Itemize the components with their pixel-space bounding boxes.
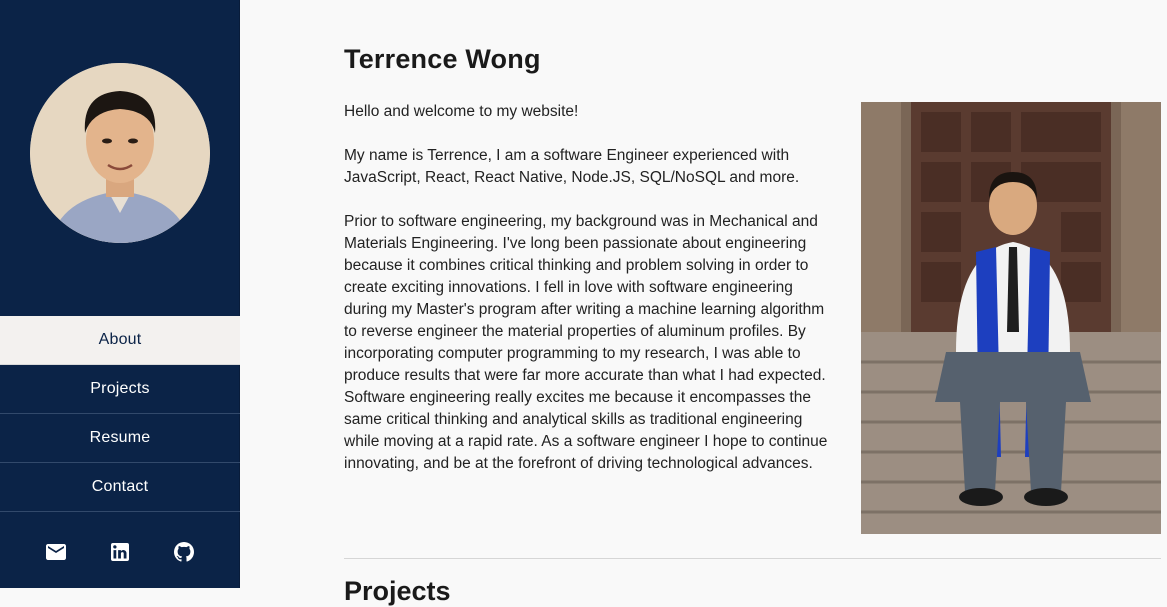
bio-paragraph: Hello and welcome to my website! [344, 103, 579, 120]
avatar-image [30, 63, 210, 243]
sidebar-nav: About Projects Resume Contact [0, 316, 240, 512]
section-divider [344, 558, 1161, 559]
email-link[interactable] [44, 540, 68, 564]
linkedin-icon [111, 543, 129, 561]
graduation-photo-image [861, 102, 1161, 534]
email-icon [46, 544, 66, 560]
sidebar: About Projects Resume Contact [0, 0, 240, 588]
github-icon [174, 542, 194, 562]
github-link[interactable] [172, 540, 196, 564]
nav-item-about[interactable]: About [0, 316, 240, 365]
page-title: Terrence Wong [344, 44, 541, 74]
bio-paragraph: My name is Terrence, I am a software Eng… [344, 147, 800, 186]
nav-item-resume[interactable]: Resume [0, 414, 240, 463]
bio-text: Hello and welcome to my website! My name… [344, 101, 839, 497]
graduation-photo [861, 102, 1161, 534]
linkedin-link[interactable] [108, 540, 132, 564]
bio-paragraph: Prior to software engineering, my backgr… [344, 213, 828, 472]
social-links [0, 540, 240, 568]
nav-item-contact[interactable]: Contact [0, 463, 240, 512]
nav-item-projects[interactable]: Projects [0, 365, 240, 414]
projects-heading: Projects [344, 576, 451, 606]
main-content: Terrence Wong Hello and welcome to my we… [240, 0, 1167, 606]
avatar [30, 63, 210, 243]
